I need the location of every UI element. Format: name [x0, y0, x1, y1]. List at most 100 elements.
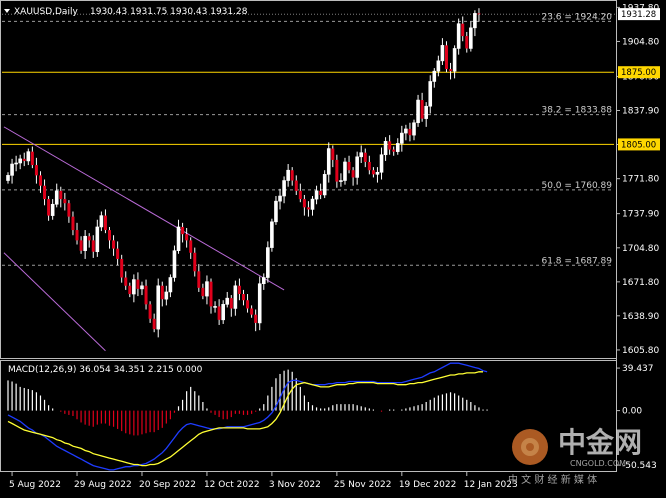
candle-bull: [310, 198, 315, 210]
candle-bull: [132, 279, 136, 295]
candle-bear: [193, 252, 197, 272]
candle-bull: [452, 48, 457, 72]
price-tick-label: 1704.80: [622, 244, 659, 254]
candle-bear: [160, 285, 164, 300]
candle-bull: [400, 132, 404, 144]
candle-bear: [388, 141, 392, 150]
candle-bear: [319, 190, 323, 195]
candle-bull: [95, 226, 100, 253]
date-tick-label: 12 Oct 2022: [204, 480, 260, 490]
candle-bear: [181, 226, 185, 235]
candle-bear: [75, 230, 79, 241]
candle-bull: [456, 23, 461, 49]
price-chart: 23.6 = 1924.20 38.2 = 1833.88 50.0 = 1760.…: [0, 0, 660, 490]
fib-level-label: 38.2 = 1833.88: [541, 106, 612, 116]
candle-bear: [217, 306, 221, 320]
candle-bull: [404, 128, 408, 134]
candle-bull: [54, 190, 59, 205]
candle-bear: [148, 304, 152, 319]
date-tick-label: 3 Nov 2022: [269, 480, 321, 490]
candle-bull: [314, 190, 319, 200]
candle-bull: [286, 169, 290, 181]
price-tick-label: 1638.90: [622, 312, 659, 322]
candle-bull: [416, 99, 420, 124]
candle-bear: [116, 248, 120, 259]
candle-bull: [375, 171, 380, 175]
candle-bear: [371, 170, 375, 175]
candle-bear: [124, 277, 128, 286]
trend-channel: [3, 126, 285, 352]
symbol-title: XAUUSD,Daily: [14, 7, 78, 17]
candle-bull: [26, 151, 31, 162]
level-price-tag-label: 1875.00: [621, 68, 656, 78]
candle-bull: [221, 304, 225, 321]
candlesticks: [6, 8, 481, 338]
price-axis: 1937.801904.801870.901837.901804.901771.…: [2, 0, 660, 472]
candle-bear: [290, 170, 294, 181]
macd-main-line: [7, 362, 488, 471]
candle-bear: [306, 207, 310, 210]
macd-tick-label: 0.00: [622, 407, 642, 417]
candle-bull: [355, 156, 359, 178]
brand-slogan: 中 文 财 经 新 媒 体: [508, 473, 597, 486]
candle-bear: [254, 314, 258, 323]
candle-bear: [144, 285, 148, 305]
candle-bear: [79, 240, 83, 251]
candle-bear: [128, 285, 132, 295]
candle-bull: [14, 162, 18, 165]
candle-bear: [67, 203, 71, 217]
candle-bear: [47, 199, 51, 216]
candle-bull: [282, 180, 286, 197]
candle-bull: [205, 281, 209, 297]
candle-bear: [59, 190, 63, 200]
candle-bull: [233, 285, 238, 309]
candle-bull: [428, 81, 433, 107]
date-tick-label: 5 Aug 2022: [9, 480, 61, 490]
candle-bull: [266, 247, 270, 278]
fib-level-label: 61.8 = 1687.89: [541, 256, 612, 266]
macd-tick-label: -50.543: [622, 461, 657, 471]
candle-bull: [164, 291, 169, 300]
fib-level-label: 23.6 = 1924.20: [541, 12, 612, 22]
ohlc-readout: 1930.43 1931.75 1930.43 1931.28: [90, 7, 248, 17]
candle-bear: [335, 159, 339, 182]
candle-bull: [469, 27, 473, 49]
price-tick-label: 1605.80: [622, 346, 659, 356]
price-tick-label: 1904.80: [622, 37, 659, 47]
candle-bull: [257, 283, 262, 324]
candle-bull: [343, 161, 347, 181]
candle-bear: [43, 185, 47, 200]
candle-bear: [294, 180, 298, 191]
macd-signal-line: [7, 371, 483, 467]
horizontal-levels: [2, 71, 614, 145]
candle-bear: [408, 128, 412, 136]
candle-bull: [10, 163, 14, 176]
candle-bull: [359, 152, 364, 158]
candle-bear: [63, 199, 67, 204]
candle-bull: [274, 200, 278, 223]
price-tick-label: 1671.80: [622, 278, 659, 288]
candle-bear: [237, 285, 241, 295]
candle-bull: [278, 195, 282, 202]
candle-bull: [168, 277, 173, 293]
symbol-dropdown-icon[interactable]: [4, 9, 10, 13]
candle-bull: [83, 235, 87, 251]
channel-line: [3, 252, 106, 352]
candle-bear: [241, 294, 245, 301]
candle-bull: [322, 174, 327, 196]
price-tick-label: 1737.90: [622, 210, 659, 220]
candle-bull: [18, 158, 22, 164]
date-tick-label: 25 Nov 2022: [334, 480, 392, 490]
candle-bear: [112, 240, 116, 249]
date-tick-label: 19 Dec 2022: [399, 480, 457, 490]
date-tick-label: 29 Aug 2022: [74, 480, 132, 490]
candle-bull: [436, 60, 441, 72]
candle-bear: [91, 240, 95, 252]
candle-bear: [103, 215, 107, 231]
price-tick-label: 1837.90: [622, 106, 659, 116]
candle-bear: [420, 100, 424, 119]
candle-bear: [197, 271, 201, 288]
candle-bull: [99, 215, 104, 228]
candle-bull: [395, 143, 400, 152]
price-tick-label: 1771.80: [622, 175, 659, 185]
